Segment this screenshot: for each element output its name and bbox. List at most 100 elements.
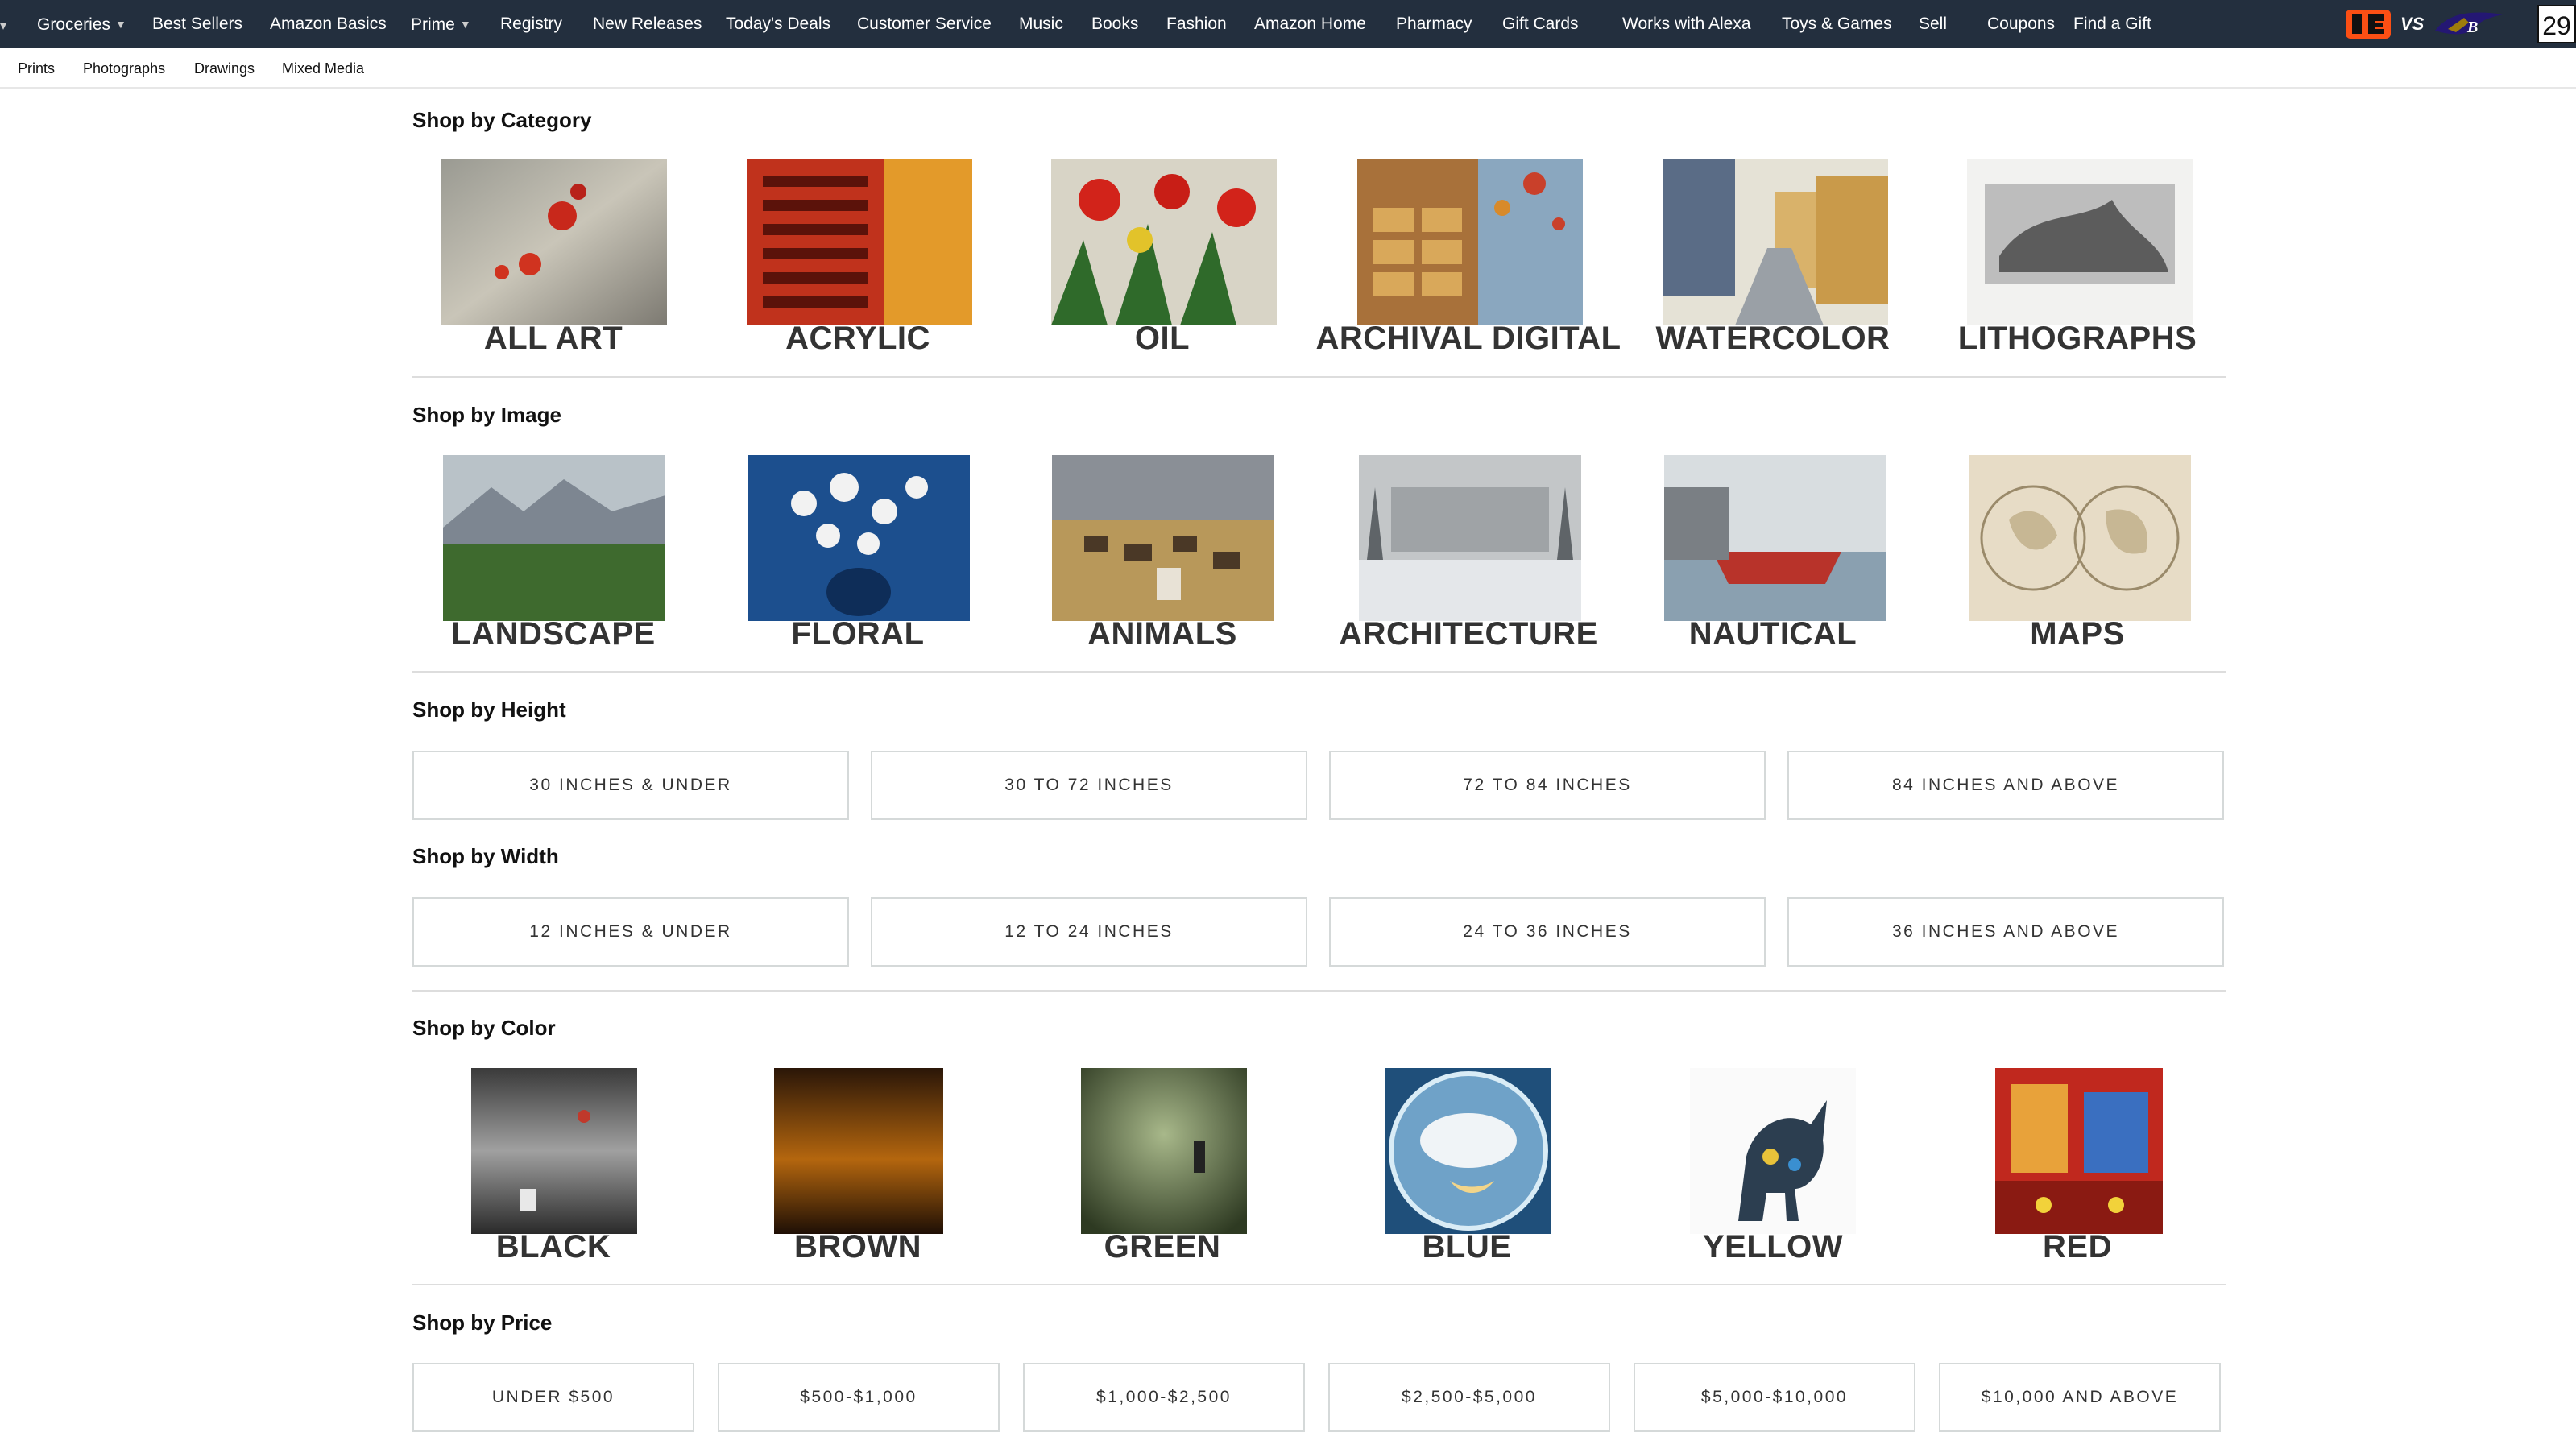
nautical-thumbnail (1664, 455, 1886, 621)
tile-label: NAUTICAL (1688, 616, 1857, 652)
color-tile-red[interactable]: RED (1944, 1068, 2210, 1269)
image-tile-maps[interactable]: MAPS (1944, 455, 2210, 656)
nav-best-sellers[interactable]: Best Sellers (152, 0, 242, 48)
yellow-thumbnail (1690, 1068, 1856, 1234)
bengals-logo-icon (2346, 10, 2391, 39)
tile-label: MAPS (2030, 616, 2125, 652)
subnav-drawings[interactable]: Drawings (194, 48, 255, 89)
price-button-5000-10000[interactable]: $5,000-$10,000 (1634, 1363, 1915, 1432)
image-tile-animals[interactable]: ANIMALS (1029, 455, 1295, 656)
width-button-24-36[interactable]: 24 TO 36 INCHES (1329, 897, 1766, 967)
image-tile-floral[interactable]: FLORAL (725, 455, 991, 656)
image-tile-landscape[interactable]: LANDSCAPE (420, 455, 686, 656)
image-tile-architecture[interactable]: ARCHITECTURE (1315, 455, 1621, 656)
price-button-10000-above[interactable]: $10,000 AND ABOVE (1939, 1363, 2221, 1432)
nav-groceries[interactable]: Groceries ▼ (37, 0, 126, 48)
nav-books[interactable]: Books (1091, 0, 1138, 48)
nav-amazon-home[interactable]: Amazon Home (1254, 0, 1366, 48)
height-button-84-above[interactable]: 84 INCHES AND ABOVE (1787, 751, 2224, 820)
nav-pharmacy[interactable]: Pharmacy (1396, 0, 1472, 48)
top-nav-bar: ▾ Groceries ▼ Best Sellers Amazon Basics … (0, 0, 2576, 48)
tile-label: YELLOW (1702, 1229, 1844, 1265)
oil-thumbnail (1051, 159, 1277, 325)
color-tile-brown[interactable]: BROWN (725, 1068, 991, 1269)
category-tile-archival-digital[interactable]: ARCHIVAL DIGITAL (1315, 159, 1621, 361)
color-tile-black[interactable]: BLACK (420, 1068, 686, 1269)
nav-gift-cards[interactable]: Gift Cards (1502, 0, 1579, 48)
tile-label: BROWN (793, 1229, 922, 1265)
image-tile-nautical[interactable]: NAUTICAL (1640, 455, 1906, 656)
subnav-photographs[interactable]: Photographs (83, 48, 165, 89)
width-button-12-under[interactable]: 12 INCHES & UNDER (412, 897, 849, 967)
tile-label: BLACK (495, 1229, 611, 1265)
architecture-thumbnail (1359, 455, 1581, 621)
nav-todays-deals[interactable]: Today's Deals (726, 0, 830, 48)
section-title-width: Shop by Width (412, 844, 559, 868)
subnav-mixed-media[interactable]: Mixed Media (282, 48, 364, 89)
vs-label: VS (2400, 14, 2425, 34)
nav-customer-service[interactable]: Customer Service (857, 0, 992, 48)
nav-coupons[interactable]: Coupons (1987, 0, 2055, 48)
floral-thumbnail (748, 455, 970, 621)
nav-fashion[interactable]: Fashion (1166, 0, 1227, 48)
section-title-image: Shop by Image (412, 403, 561, 427)
caret-down-icon: ▼ (115, 18, 126, 31)
color-tile-blue[interactable]: BLUE (1334, 1068, 1600, 1269)
height-button-30-72[interactable]: 30 TO 72 INCHES (871, 751, 1307, 820)
width-button-36-above[interactable]: 36 INCHES AND ABOVE (1787, 897, 2224, 967)
category-tile-acrylic[interactable]: ACRYLIC (725, 159, 991, 361)
svg-text:B: B (2466, 19, 2478, 36)
animals-thumbnail (1052, 455, 1274, 621)
tile-label: ANIMALS (1087, 616, 1237, 652)
color-tile-yellow[interactable]: YELLOW (1640, 1068, 1906, 1269)
section-divider (412, 671, 2226, 673)
sub-nav-bar: Prints Photographs Drawings Mixed Media (0, 48, 2576, 89)
nav-amazon-basics[interactable]: Amazon Basics (270, 0, 387, 48)
tile-label: BLUE (1422, 1229, 1512, 1265)
subnav-prints[interactable]: Prints (18, 48, 55, 89)
tile-label: FLORAL (791, 616, 925, 652)
tile-label: GREEN (1104, 1229, 1221, 1265)
section-title-height: Shop by Height (412, 698, 566, 722)
price-button-500-1000[interactable]: $500-$1,000 (718, 1363, 1000, 1432)
archival-digital-thumbnail (1357, 159, 1583, 325)
nav-registry[interactable]: Registry (500, 0, 562, 48)
caret-down-icon: ▼ (459, 18, 471, 31)
section-divider (412, 376, 2226, 378)
watercolor-thumbnail (1663, 159, 1888, 325)
category-tile-lithographs[interactable]: LITHOGRAPHS (1944, 159, 2210, 361)
width-button-12-24[interactable]: 12 TO 24 INCHES (871, 897, 1307, 967)
ravens-logo-icon: B (2435, 12, 2504, 36)
category-tile-oil[interactable]: OIL (1029, 159, 1295, 361)
tile-label: LITHOGRAPHS (1957, 321, 2197, 356)
tile-label: OIL (1134, 321, 1191, 356)
nav-new-releases[interactable]: New Releases (593, 0, 702, 48)
nav-works-with-alexa[interactable]: Works with Alexa (1622, 0, 1751, 48)
category-tile-all-art[interactable]: ALL ART (420, 159, 686, 361)
price-button-2500-5000[interactable]: $2,500-$5,000 (1328, 1363, 1610, 1432)
all-art-thumbnail (441, 159, 667, 325)
blue-thumbnail (1385, 1068, 1551, 1234)
nav-sell[interactable]: Sell (1919, 0, 1947, 48)
tile-label: LANDSCAPE (451, 616, 656, 652)
price-button-1000-2500[interactable]: $1,000-$2,500 (1023, 1363, 1305, 1432)
price-button-under-500[interactable]: UNDER $500 (412, 1363, 694, 1432)
count-badge: 29 (2537, 5, 2576, 43)
section-divider (412, 1284, 2226, 1285)
caret-down-icon[interactable]: ▾ (0, 18, 6, 34)
game-promo[interactable]: VS B 29 (2344, 5, 2576, 43)
height-button-72-84[interactable]: 72 TO 84 INCHES (1329, 751, 1766, 820)
color-tile-green[interactable]: GREEN (1029, 1068, 1295, 1269)
green-thumbnail (1081, 1068, 1247, 1234)
category-tile-watercolor[interactable]: WATERCOLOR (1640, 159, 1906, 361)
section-divider (412, 990, 2226, 992)
nav-find-a-gift[interactable]: Find a Gift (2073, 0, 2151, 48)
brown-thumbnail (774, 1068, 943, 1234)
nav-music[interactable]: Music (1019, 0, 1063, 48)
tile-label: ARCHITECTURE (1339, 616, 1598, 652)
landscape-thumbnail (443, 455, 665, 621)
nav-toys-games[interactable]: Toys & Games (1782, 0, 1892, 48)
lithographs-thumbnail (1967, 159, 2193, 325)
height-button-30-under[interactable]: 30 INCHES & UNDER (412, 751, 849, 820)
nav-prime[interactable]: Prime ▼ (411, 0, 471, 48)
